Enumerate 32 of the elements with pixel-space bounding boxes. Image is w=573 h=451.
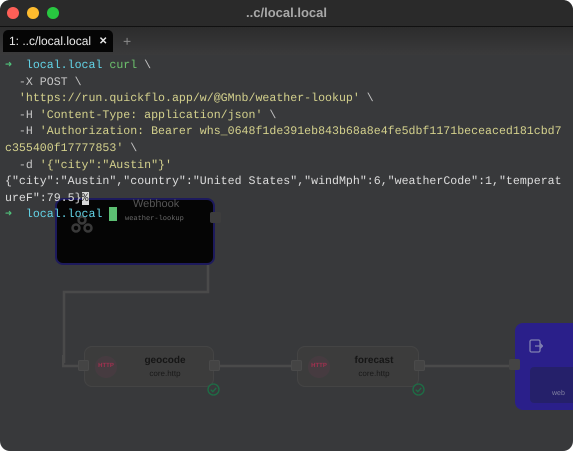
output-text: ureF":79.5} (5, 192, 82, 205)
output-text: {"city":"Austin","country":"United States","windMph":6,"weatherCode":1,"temperat (5, 175, 562, 188)
command-text: \ (130, 142, 138, 155)
command-text: -d (18, 158, 33, 172)
new-tab-button[interactable]: + (123, 30, 132, 52)
string-argument: 'Content-Type: application/json' (40, 108, 262, 122)
command-text: -X POST \ (18, 76, 82, 89)
prompt-directory: local.local (26, 59, 102, 72)
window-title: ..c/local.local (246, 4, 327, 22)
output-port[interactable] (210, 212, 221, 223)
command-text: -H (18, 125, 33, 138)
close-window-button[interactable] (7, 7, 19, 19)
input-port[interactable] (509, 359, 520, 370)
minimize-window-button[interactable] (27, 7, 39, 19)
prompt-arrow: ➜ (5, 208, 12, 222)
command-text: curl (109, 59, 138, 72)
command-text: \ (269, 108, 276, 122)
node-title: Webhook (133, 197, 180, 212)
string-argument: 'Authorization: Bearer whs_0648f1de391eb843b68a8e4fe5dbf1171beceaced181cbd7 (40, 125, 562, 138)
exit-icon (529, 339, 543, 353)
prompt-arrow: ➜ (5, 59, 12, 72)
close-tab-icon[interactable]: ✕ (99, 34, 108, 48)
prompt-directory: local.local (26, 208, 102, 222)
string-argument: '{"city":"Austin"}' (40, 158, 172, 172)
string-argument: c355400f17777853' (5, 142, 124, 155)
command-text: -H (18, 108, 33, 122)
command-text: \ (366, 92, 374, 106)
terminal-cursor (109, 207, 118, 222)
string-argument: 'https://run.quickflo.app/w/@GMnb/weather-lookup' (18, 92, 360, 106)
command-text: \ (144, 59, 152, 72)
terminal-tab[interactable]: 1: ..c/local.local ✕ (3, 30, 114, 52)
zoom-window-button[interactable] (47, 7, 59, 19)
